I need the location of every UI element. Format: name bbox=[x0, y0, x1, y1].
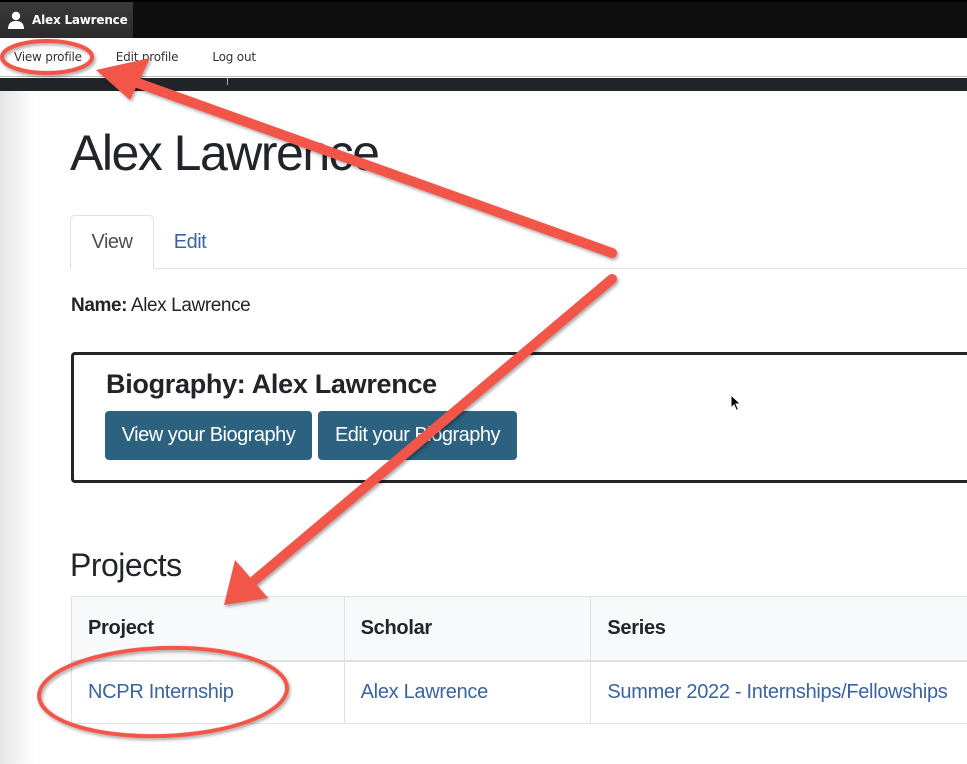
name-field: Name: Alex Lawrence bbox=[71, 295, 251, 317]
projects-heading: Projects bbox=[70, 547, 182, 583]
column-header-project[interactable]: Project bbox=[71, 596, 345, 662]
edit-profile-link[interactable]: Edit profile bbox=[96, 50, 193, 64]
table-header-row: Project Scholar Series bbox=[71, 596, 967, 662]
projects-table: Project Scholar Series NCPR Internship A… bbox=[71, 596, 967, 724]
left-edge-shadow bbox=[0, 91, 36, 764]
cell-series: Summer 2022 - Internships/Fellowships bbox=[590, 660, 967, 724]
view-biography-button[interactable]: View your Biography bbox=[105, 411, 312, 460]
cell-scholar: Alex Lawrence bbox=[343, 660, 592, 724]
column-header-scholar[interactable]: Scholar bbox=[343, 596, 592, 662]
view-profile-link[interactable]: View profile bbox=[0, 50, 96, 64]
edit-biography-button[interactable]: Edit your Biography bbox=[318, 411, 517, 460]
mouse-cursor-icon bbox=[730, 394, 742, 412]
toolbar-user-menu[interactable]: Alex Lawrence bbox=[0, 2, 133, 38]
name-value: Alex Lawrence bbox=[130, 295, 251, 316]
site-header-strip bbox=[0, 78, 967, 91]
name-label: Name: bbox=[71, 295, 128, 316]
tab-edit[interactable]: Edit bbox=[158, 215, 222, 269]
user-tray: View profile Edit profile Log out bbox=[0, 38, 967, 77]
biography-box: Biography: Alex Lawrence View your Biogr… bbox=[71, 352, 967, 483]
series-link[interactable]: Summer 2022 - Internships/Fellowships bbox=[607, 681, 947, 703]
biography-title: Biography: Alex Lawrence bbox=[106, 369, 437, 399]
admin-toolbar: Alex Lawrence bbox=[0, 0, 967, 38]
project-link[interactable]: NCPR Internship bbox=[88, 681, 234, 703]
divider bbox=[227, 78, 228, 85]
log-out-link[interactable]: Log out bbox=[192, 50, 270, 64]
profile-tabs: View Edit bbox=[70, 215, 967, 270]
table-row: NCPR Internship Alex Lawrence Summer 202… bbox=[71, 660, 967, 724]
column-header-series[interactable]: Series bbox=[590, 596, 967, 662]
user-icon bbox=[8, 11, 24, 29]
scholar-link[interactable]: Alex Lawrence bbox=[361, 681, 489, 703]
toolbar-user-name: Alex Lawrence bbox=[32, 13, 128, 27]
cell-project: NCPR Internship bbox=[71, 660, 345, 724]
page-title: Alex Lawrence bbox=[70, 125, 380, 181]
tab-view[interactable]: View bbox=[70, 215, 154, 270]
